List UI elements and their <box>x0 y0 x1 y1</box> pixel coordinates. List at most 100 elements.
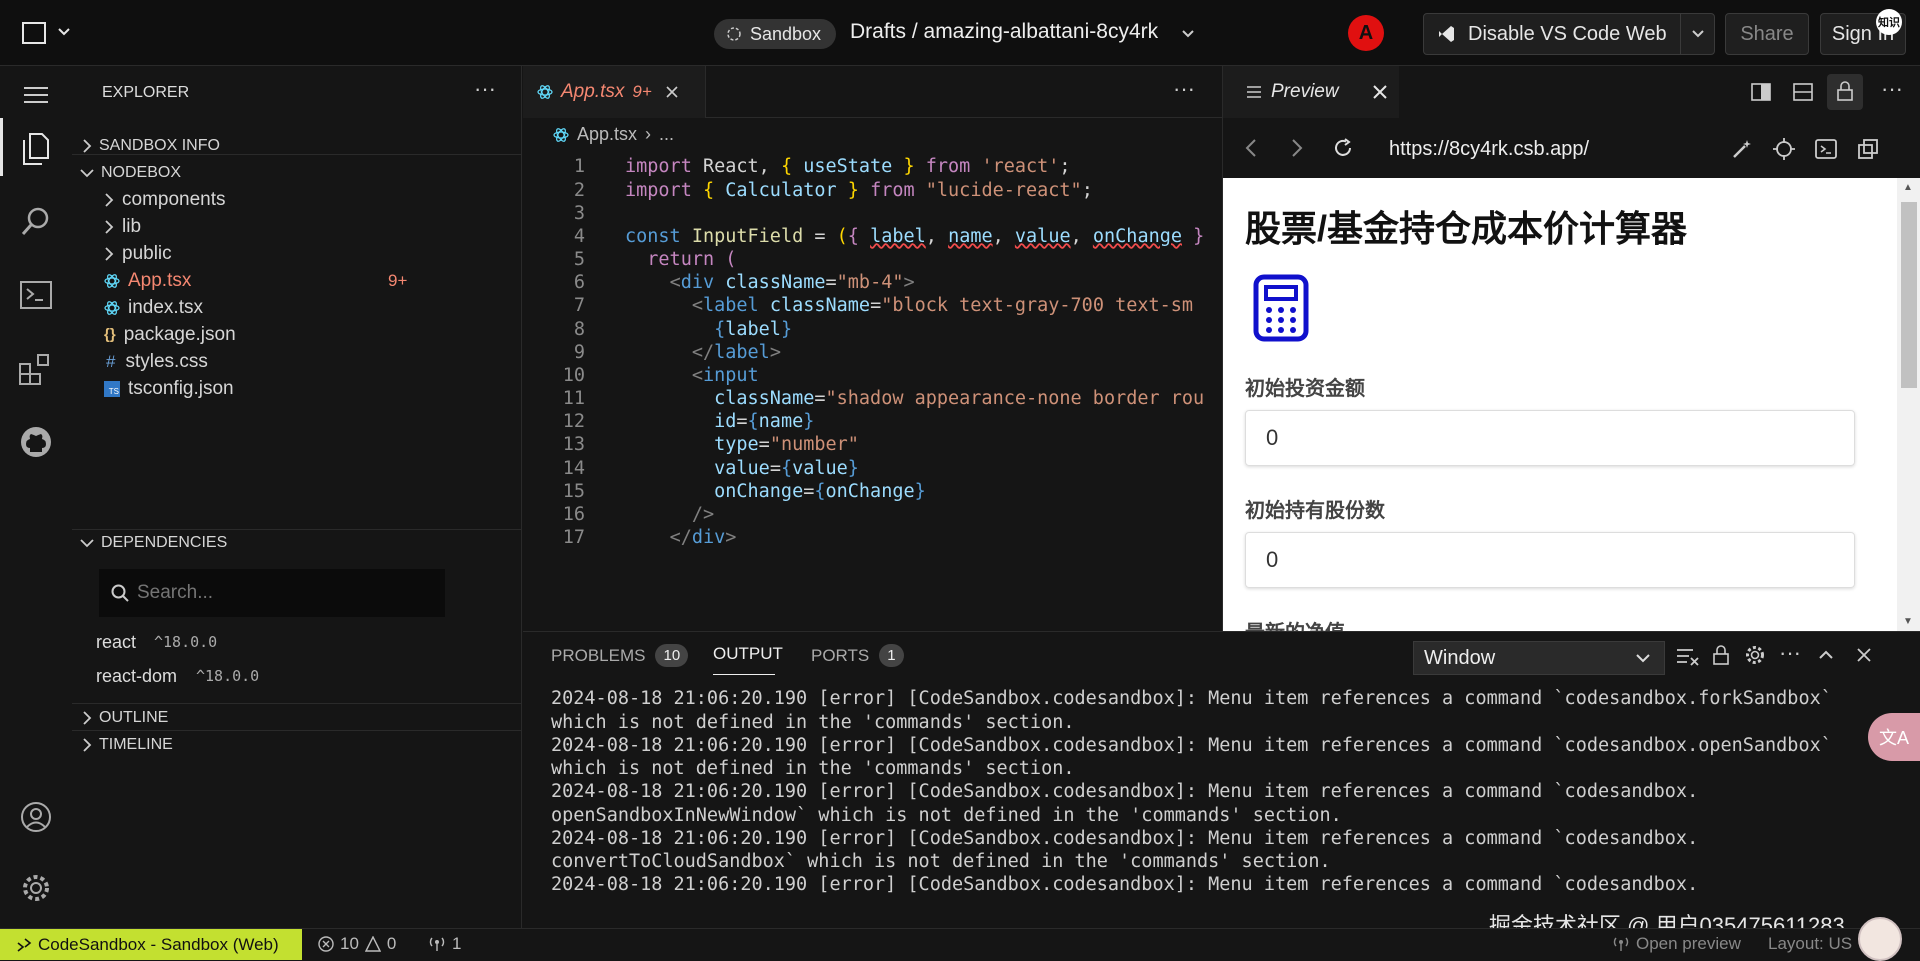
forward-arrow-icon[interactable] <box>1291 139 1303 157</box>
input-value: 0 <box>1266 425 1279 450</box>
open-external-icon[interactable] <box>1857 138 1879 160</box>
terminal-icon[interactable] <box>20 281 52 309</box>
css-hash-icon: # <box>106 351 116 371</box>
explorer-title: EXPLORER <box>102 84 190 101</box>
tab-output[interactable]: OUTPUT <box>713 644 783 675</box>
preview-more-icon[interactable]: ··· <box>1881 76 1903 102</box>
vscode-chevron-down-icon[interactable] <box>1692 30 1704 38</box>
extensions-icon[interactable] <box>18 352 52 386</box>
magic-wand-icon[interactable] <box>1731 138 1753 160</box>
close-icon[interactable] <box>666 86 678 98</box>
section-timeline[interactable]: TIMELINE <box>72 728 522 761</box>
hamburger-icon[interactable] <box>24 86 48 104</box>
breadcrumb-file[interactable]: App.tsx <box>577 124 637 145</box>
open-preview-item[interactable]: Open preview <box>1612 934 1741 954</box>
clear-output-icon[interactable] <box>1677 648 1699 666</box>
keyboard-layout[interactable]: Layout: US <box>1768 934 1852 954</box>
status-bar: CodeSandbox - Sandbox (Web) 10 0 1 Open … <box>0 917 1920 961</box>
initial-shares-input[interactable]: 0 <box>1245 532 1855 588</box>
bottom-panel: PROBLEMS 10 OUTPUT PORTS 1 Window ··· 20… <box>523 631 1920 938</box>
output-channel-select[interactable]: Window <box>1413 641 1665 675</box>
activity-bar <box>0 66 72 928</box>
vscode-icon <box>1436 24 1456 44</box>
chevron-down-icon <box>1636 654 1650 663</box>
tree-label: App.tsx <box>128 269 192 291</box>
react-icon <box>553 127 569 143</box>
close-icon[interactable] <box>1372 85 1387 99</box>
log-line: 2024-08-18 21:06:20.190 [error] [CodeSan… <box>551 781 1699 802</box>
editor-more-icon[interactable]: ··· <box>1173 76 1195 102</box>
broadcast-icon <box>428 936 446 952</box>
tab-problems[interactable]: PROBLEMS 10 <box>551 644 689 667</box>
field-label: 初始投资金额 <box>1245 378 1365 400</box>
console-icon[interactable] <box>1815 138 1837 160</box>
problems-indicator[interactable]: 10 0 <box>318 934 396 954</box>
share-button[interactable]: Share <box>1725 13 1809 55</box>
avatar[interactable]: A <box>1348 15 1384 51</box>
log-line: 2024-08-18 21:06:20.190 [error] [CodeSan… <box>551 735 1832 756</box>
panel-more-icon[interactable]: ··· <box>1779 640 1801 666</box>
preview-tab[interactable]: Preview <box>1223 66 1399 118</box>
section-label: DEPENDENCIES <box>101 533 228 551</box>
preview-scrollbar-thumb[interactable] <box>1901 202 1917 388</box>
back-arrow-icon[interactable] <box>1245 139 1257 157</box>
chevron-down-icon <box>80 168 94 178</box>
files-icon[interactable] <box>20 132 52 166</box>
tab-label: PROBLEMS <box>551 645 646 665</box>
split-editor-icon[interactable] <box>1751 82 1771 102</box>
dependency-search-input[interactable] <box>137 582 427 604</box>
refresh-icon[interactable] <box>1333 138 1353 158</box>
gear-icon[interactable] <box>1745 645 1765 665</box>
preview-viewport: 股票/基金持仓成本价计算器 初始投资金额 0 初始持有股份数 0 最新的净值 ▲… <box>1223 178 1920 631</box>
mascot-avatar <box>1858 917 1902 961</box>
crosshair-icon[interactable] <box>1773 138 1795 160</box>
log-line: 2024-08-18 21:06:20.190 [error] [CodeSan… <box>551 688 1832 709</box>
translate-icon[interactable]: 文A <box>1868 713 1920 761</box>
explorer-more-icon[interactable]: ··· <box>474 76 496 102</box>
breadcrumb: App.tsx › ... <box>553 124 674 145</box>
scroll-down-arrow-icon[interactable]: ▼ <box>1903 616 1913 627</box>
initial-investment-input[interactable]: 0 <box>1245 410 1855 466</box>
log-line: 2024-08-18 21:06:20.190 [error] [CodeSan… <box>551 874 1699 895</box>
lock-icon[interactable] <box>1713 645 1729 665</box>
open-preview-label: Open preview <box>1636 934 1741 953</box>
input-value: 0 <box>1266 547 1279 572</box>
tab-app-tsx[interactable]: App.tsx 9+ <box>523 66 706 118</box>
menu-square-icon[interactable] <box>22 22 48 44</box>
account-icon[interactable] <box>20 801 52 833</box>
chevron-down-icon <box>80 538 94 548</box>
ports-indicator[interactable]: 1 <box>428 934 461 954</box>
dependency-item[interactable]: react-dom ^18.0.0 <box>96 666 259 687</box>
preview-url[interactable]: https://8cy4rk.csb.app/ <box>1389 138 1589 161</box>
chevron-right-icon <box>82 138 92 153</box>
chevron-down-icon[interactable] <box>58 28 70 36</box>
scroll-up-arrow-icon[interactable]: ▲ <box>1903 182 1913 193</box>
chevron-right-icon <box>104 219 114 234</box>
log-line: which is not defined in the 'commands' s… <box>551 758 1075 779</box>
field-label: 初始持有股份数 <box>1245 500 1385 522</box>
chevron-up-icon[interactable] <box>1819 650 1833 659</box>
settings-gear-icon[interactable] <box>20 872 52 904</box>
chevron-right-icon <box>104 192 114 207</box>
section-dependencies[interactable]: DEPENDENCIES <box>72 526 522 559</box>
search-icon[interactable] <box>20 206 52 238</box>
close-panel-icon[interactable] <box>1857 648 1871 662</box>
section-label: NODEBOX <box>101 163 182 181</box>
typescript-icon: TS <box>104 380 120 397</box>
tab-ports[interactable]: PORTS 1 <box>811 644 904 667</box>
preview-tab-label: Preview <box>1271 81 1339 102</box>
dependency-item[interactable]: react ^18.0.0 <box>96 632 217 653</box>
disable-vscode-button[interactable]: Disable VS Code Web <box>1423 13 1715 55</box>
breadcrumb-more[interactable]: ... <box>659 124 674 145</box>
title-chevron-down-icon[interactable] <box>1182 30 1194 38</box>
remote-label: CodeSandbox - Sandbox (Web) <box>38 934 279 954</box>
github-icon[interactable] <box>20 426 52 458</box>
layout-icon[interactable] <box>1793 82 1813 102</box>
tree-file-tsconfig-json[interactable]: TS tsconfig.json <box>72 372 522 405</box>
sandbox-title[interactable]: Drafts / amazing-albattani-8cy4rk <box>850 20 1158 44</box>
remote-indicator[interactable]: CodeSandbox - Sandbox (Web) <box>0 929 302 960</box>
react-icon <box>104 300 120 316</box>
dependency-version: ^18.0.0 <box>154 633 218 651</box>
tab-label: PORTS <box>811 645 870 665</box>
code-area[interactable]: 1 import React, { useState } from 'react'… <box>523 150 1222 631</box>
